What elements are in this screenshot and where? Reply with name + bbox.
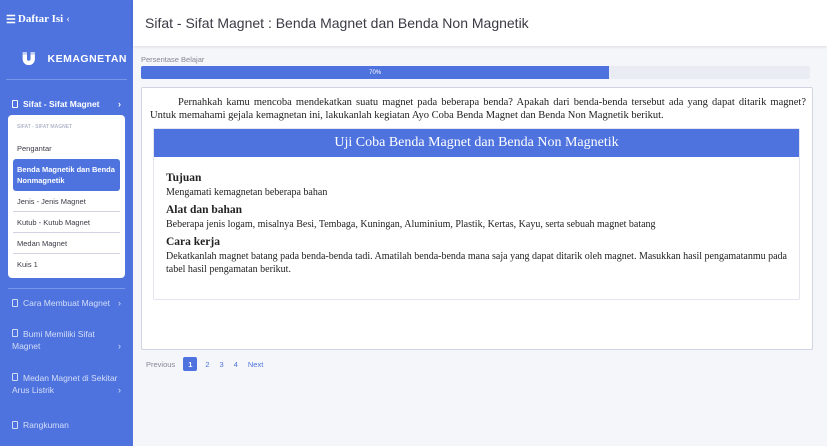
- sidebar-toggle-label: Daftar Isi: [17, 13, 64, 25]
- chevron-right-icon: ›: [118, 341, 121, 351]
- sidebar-item-bumi-sifat-magnet[interactable]: Bumi Memiliki Sifat Magnet ›: [0, 328, 133, 356]
- sidebar-item-label: Cara Membuat Magnet: [23, 298, 110, 308]
- sidebar-item-label: Bumi Memiliki Sifat Magnet: [12, 329, 95, 351]
- sidebar-item-label: Sifat - Sifat Magnet: [23, 99, 100, 109]
- pagination: Previous 1 2 3 4 Next: [141, 357, 268, 371]
- activity-title: Uji Coba Benda Magnet dan Benda Non Magn…: [154, 129, 799, 157]
- pagination-page-3[interactable]: 3: [215, 357, 229, 371]
- divider: [8, 288, 125, 289]
- submenu-item-pengantar[interactable]: Pengantar: [13, 138, 120, 159]
- sidebar-item-medan-arus-listrik[interactable]: Medan Magnet di Sekitar Arus Listrik ›: [0, 372, 133, 400]
- pagination-page-2[interactable]: 2: [200, 357, 214, 371]
- submenu-item-kuis-1[interactable]: Kuis 1: [13, 254, 120, 275]
- submenu: SIFAT - SIFAT MAGNET Pengantar Benda Mag…: [8, 115, 125, 278]
- pagination-page-4[interactable]: 4: [229, 357, 243, 371]
- brand[interactable]: KEMAGNETAN: [6, 38, 127, 80]
- menu-icon: ☰: [6, 13, 16, 26]
- brand-name: KEMAGNETAN: [47, 52, 127, 65]
- document-icon: [12, 299, 18, 307]
- document-icon: [12, 373, 18, 381]
- progress-text: 70%: [369, 69, 382, 76]
- alat-heading: Alat dan bahan: [166, 204, 243, 216]
- document-icon: [12, 100, 18, 108]
- content-card: Pernahkah kamu mencoba mendekatkan suatu…: [141, 87, 813, 350]
- cara-text: Dekatkanlah magnet batang pada benda-ben…: [166, 251, 787, 275]
- chevron-left-icon: ‹: [66, 13, 70, 25]
- submenu-item-medan-magnet[interactable]: Medan Magnet: [13, 233, 120, 254]
- pagination-next[interactable]: Next: [243, 357, 268, 371]
- chevron-right-icon: ›: [118, 298, 121, 308]
- chevron-right-icon: ›: [118, 99, 121, 109]
- progress-label: Persentase Belajar: [141, 55, 205, 64]
- cara-heading: Cara kerja: [166, 236, 220, 248]
- intro-paragraph: Pernahkah kamu mencoba mendekatkan suatu…: [150, 97, 806, 121]
- tujuan-text: Mengamati kemagnetan beberapa bahan: [166, 187, 328, 198]
- chevron-right-icon: ›: [118, 385, 121, 395]
- submenu-item-benda-magnetik[interactable]: Benda Magnetik dan Benda Nonmagnetik: [13, 159, 120, 191]
- tujuan-heading: Tujuan: [166, 172, 202, 184]
- submenu-header: SIFAT - SIFAT MAGNET: [17, 124, 73, 130]
- document-icon: [12, 329, 18, 337]
- alat-text: Beberapa jenis logam, misalnya Besi, Tem…: [166, 219, 656, 230]
- progress-fill: 70%: [141, 66, 610, 79]
- sidebar-item-label: Medan Magnet di Sekitar Arus Listrik: [12, 373, 118, 395]
- sidebar-item-cara-membuat-magnet[interactable]: Cara Membuat Magnet ›: [0, 296, 133, 310]
- magnet-icon: [22, 51, 35, 65]
- submenu-item-kutub-magnet[interactable]: Kutub - Kutub Magnet: [13, 212, 120, 233]
- page-title: Sifat - Sifat Magnet : Benda Magnet dan …: [145, 15, 529, 31]
- pagination-page-1[interactable]: 1: [183, 357, 198, 371]
- topbar: Sifat - Sifat Magnet : Benda Magnet dan …: [133, 0, 827, 46]
- sidebar-toggle[interactable]: ☰ Daftar Isi ‹: [0, 0, 133, 38]
- sidebar-item-sifat-magnet[interactable]: Sifat - Sifat Magnet ›: [0, 96, 133, 112]
- progress-bar: 70%: [141, 66, 810, 79]
- sidebar: ☰ Daftar Isi ‹ KEMAGNETAN Sifat - Sifat …: [0, 0, 133, 446]
- sidebar-item-label: Rangkuman: [23, 420, 69, 430]
- sidebar-item-rangkuman[interactable]: Rangkuman: [0, 418, 133, 432]
- submenu-item-jenis-magnet[interactable]: Jenis - Jenis Magnet: [13, 191, 120, 212]
- activity-box: Uji Coba Benda Magnet dan Benda Non Magn…: [153, 128, 800, 300]
- document-icon: [12, 421, 18, 429]
- pagination-previous[interactable]: Previous: [141, 357, 180, 371]
